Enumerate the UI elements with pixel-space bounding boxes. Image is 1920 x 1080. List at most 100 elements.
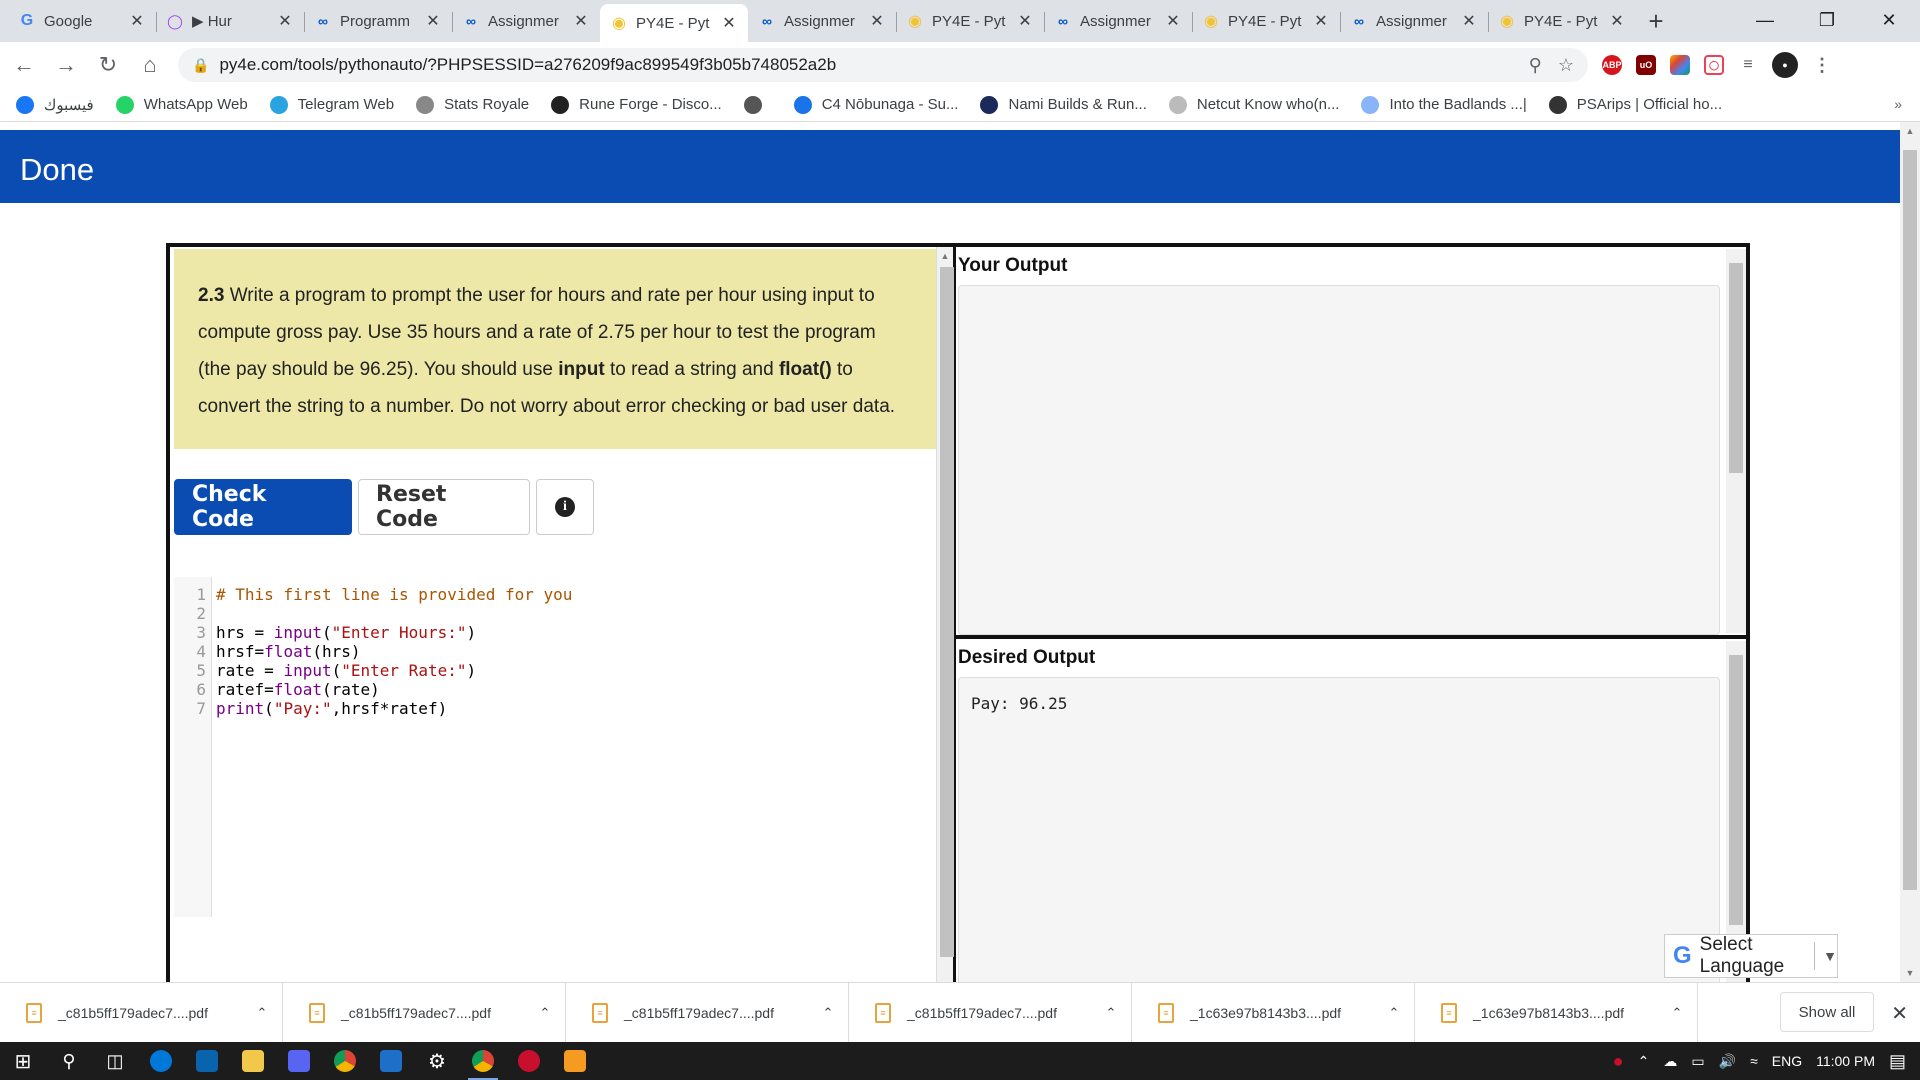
code-text[interactable]: ratef=float(rate) [216,680,380,699]
tab[interactable]: ∞ Assignmer ✕ [748,4,896,38]
code-line[interactable]: 4 hrsf=float(hrs) [174,642,361,661]
tab[interactable]: ◉ PY4E - Pyt ✕ [600,4,748,42]
chevron-up-icon[interactable]: ⌃ [808,1005,848,1021]
bookmark-item[interactable]: Stats Royale [416,95,529,114]
code-text[interactable]: rate = input("Enter Rate:") [216,661,476,680]
code-text[interactable]: hrs = input("Enter Hours:") [216,623,476,642]
close-tab-icon[interactable]: ✕ [1608,11,1626,31]
close-tab-icon[interactable]: ✕ [1016,11,1034,31]
page-scrollbar[interactable]: ▲ ▼ [1900,122,1920,982]
language-indicator[interactable]: ENG [1772,1053,1802,1069]
wifi-icon[interactable]: ≈ [1750,1053,1758,1069]
code-line[interactable]: 2 [174,604,216,623]
desired-output-scrollbar[interactable] [1726,641,1746,982]
chevron-up-icon[interactable]: ⌃ [525,1005,565,1021]
home-icon[interactable]: ⌂ [132,47,168,83]
chevron-up-icon[interactable]: ⌃ [242,1005,282,1021]
code-text[interactable]: print("Pay:",hrsf*ratef) [216,699,447,718]
ublock-icon[interactable]: uO [1636,55,1656,75]
bookmark-item[interactable]: WhatsApp Web [115,95,248,114]
battery-icon[interactable]: ▭ [1691,1053,1704,1070]
close-tab-icon[interactable]: ✕ [276,11,294,31]
minimize-icon[interactable]: — [1734,0,1796,40]
adblock-plus-icon[interactable]: ABP [1602,55,1622,75]
tray-app-icon[interactable]: ● [1613,1051,1624,1072]
bookmark-item[interactable]: Nami Builds & Run... [980,95,1147,114]
tab[interactable]: ∞ Programm ✕ [304,4,452,38]
your-output-scrollbar[interactable] [1726,249,1746,633]
bookmark-item[interactable]: C4 Nōbunaga - Su... [793,95,958,114]
close-tab-icon[interactable]: ✕ [868,11,886,31]
chevron-up-icon[interactable]: ⌃ [1657,1005,1697,1021]
tab[interactable]: ◉ PY4E - Pyt ✕ [896,4,1044,38]
scroll-up-arrow-icon[interactable]: ▲ [937,251,953,261]
code-line[interactable]: 1 # This first line is provided for you [174,585,572,604]
download-item[interactable]: ≡ _1c63e97b8143b3....pdf ⌃ [1132,982,1415,1043]
left-column-scrollbar[interactable]: ▲ [936,247,956,982]
reset-code-button[interactable]: Reset Code [358,479,530,535]
google-translate-select[interactable]: G Select Language ▼ [1664,934,1838,978]
chrome-icon[interactable] [322,1042,368,1080]
tray-overflow-icon[interactable]: ⌃ [1638,1053,1650,1070]
scrollbar-thumb[interactable] [1729,263,1743,473]
bookmark-item[interactable]: فيسبوك [16,95,94,114]
notifications-icon[interactable]: ▤ [1889,1051,1906,1072]
download-item[interactable]: ≡ _c81b5ff179adec7....pdf ⌃ [566,982,849,1043]
restore-icon[interactable]: ❐ [1796,0,1858,40]
show-all-button[interactable]: Show all [1780,992,1874,1032]
code-editor[interactable]: 1 # This first line is provided for you 2 3… [174,577,934,917]
tab[interactable]: ∞ Assignmer ✕ [1044,4,1192,38]
close-downloads-icon[interactable]: ✕ [1891,1001,1908,1026]
download-item[interactable]: ≡ _1c63e97b8143b3....pdf ⌃ [1415,982,1698,1043]
download-item[interactable]: ≡ _c81b5ff179adec7....pdf ⌃ [283,982,566,1043]
chrome-active-icon[interactable] [460,1042,506,1080]
tab[interactable]: ◉ PY4E - Pyt ✕ [1488,4,1636,38]
code-line[interactable]: 6 ratef=float(rate) [174,680,380,699]
volume-icon[interactable]: 🔊 [1719,1053,1736,1070]
bookmark-item[interactable] [743,95,772,114]
download-item[interactable]: ≡ _c81b5ff179adec7....pdf ⌃ [0,982,283,1043]
close-tab-icon[interactable]: ✕ [128,11,146,31]
download-item[interactable]: ≡ _c81b5ff179adec7....pdf ⌃ [849,982,1132,1043]
tab[interactable]: ◯ ▶ Hur ✕ [156,4,304,38]
close-tab-icon[interactable]: ✕ [1460,11,1478,31]
photos-icon[interactable] [368,1042,414,1080]
scrollbar-thumb[interactable] [1729,655,1743,925]
reload-icon[interactable]: ↻ [90,47,126,83]
back-icon[interactable]: ← [6,47,42,83]
close-tab-icon[interactable]: ✕ [572,11,590,31]
close-tab-icon[interactable]: ✕ [424,11,442,31]
scroll-down-arrow-icon[interactable]: ▼ [1900,968,1920,978]
pocket-icon[interactable]: ◯ [1704,55,1724,75]
file-explorer-icon[interactable] [230,1042,276,1080]
code-text[interactable]: # This first line is provided for you [216,585,572,604]
tab[interactable]: ∞ Assignmer ✕ [452,4,600,38]
color-extension-icon[interactable] [1670,55,1690,75]
bookmark-item[interactable]: Rune Forge - Disco... [551,95,722,114]
profile-avatar[interactable]: ● [1772,52,1798,78]
close-tab-icon[interactable]: ✕ [720,13,738,33]
search-icon[interactable]: ⚲ [46,1042,92,1080]
bookmark-item[interactable]: Telegram Web [269,95,394,114]
tab[interactable]: ∞ Assignmer ✕ [1340,4,1488,38]
red-app-icon[interactable] [506,1042,552,1080]
code-line[interactable]: 5 rate = input("Enter Rate:") [174,661,476,680]
code-line[interactable]: 7 print("Pay:",hrsf*ratef) [174,699,447,718]
edge-icon[interactable] [138,1042,184,1080]
bookmark-star-icon[interactable]: ☆ [1558,55,1574,76]
code-text[interactable]: hrsf=float(hrs) [216,642,361,661]
forward-icon[interactable]: → [48,47,84,83]
scrollbar-thumb[interactable] [1903,150,1917,890]
settings-icon[interactable]: ⚙ [414,1042,460,1080]
scrollbar-thumb[interactable] [940,267,954,957]
info-button[interactable]: i [536,479,594,535]
bookmark-item[interactable]: Netcut Know who(n... [1168,95,1339,114]
url-text[interactable]: py4e.com/tools/pythonauto/?PHPSESSID=a27… [219,55,1512,75]
chevron-up-icon[interactable]: ⌃ [1091,1005,1131,1021]
lock-icon[interactable]: 🔒 [192,57,209,74]
chevron-up-icon[interactable]: ⌃ [1374,1005,1414,1021]
check-code-button[interactable]: Check Code [174,479,352,535]
menu-dots-icon[interactable]: ⋮ [1812,55,1832,75]
code-line[interactable]: 3 hrs = input("Enter Hours:") [174,623,476,642]
mail-icon[interactable] [184,1042,230,1080]
